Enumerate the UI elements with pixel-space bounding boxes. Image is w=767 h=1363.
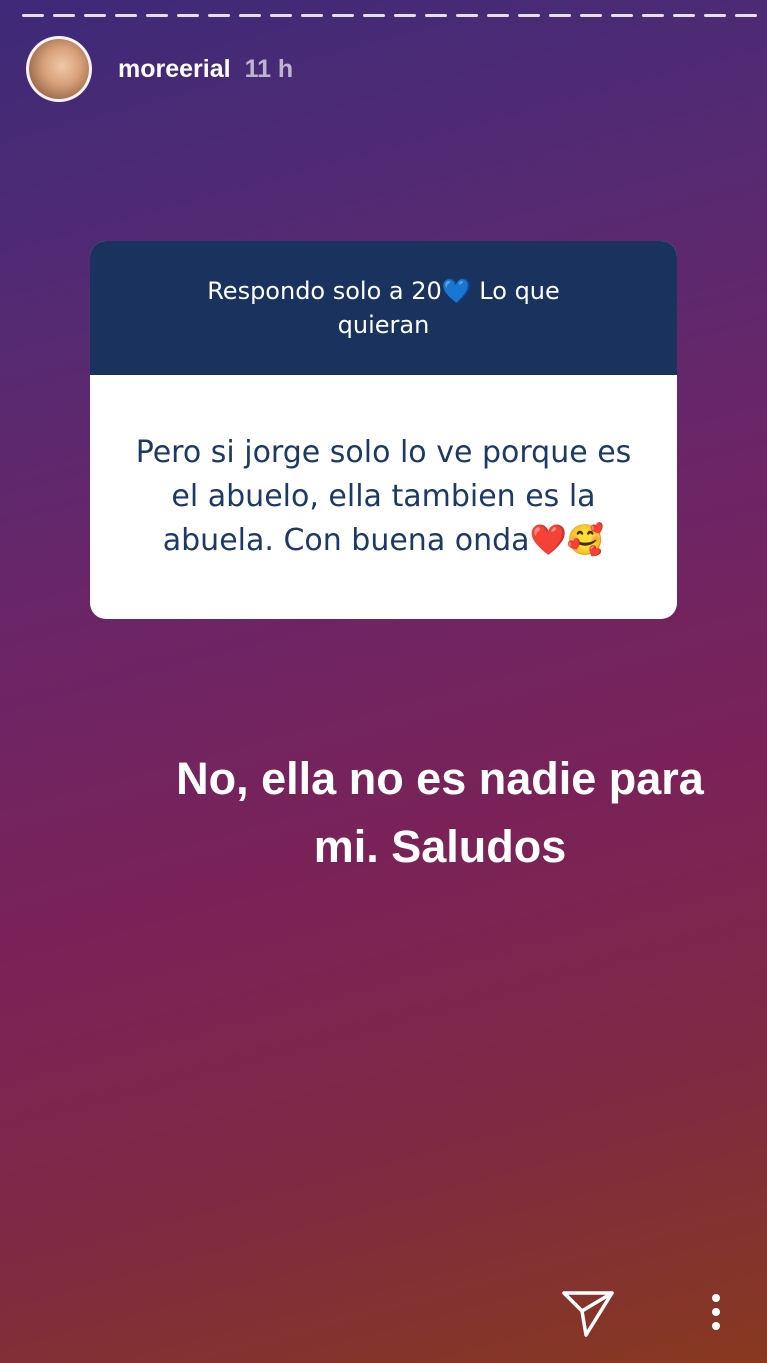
send-icon[interactable] bbox=[558, 1285, 618, 1341]
progress-segment bbox=[22, 14, 44, 17]
username[interactable]: moreerial bbox=[118, 55, 231, 84]
question-sticker: Respondo solo a 20💙 Lo que quieran Pero … bbox=[90, 241, 677, 619]
progress-segment bbox=[425, 14, 447, 17]
progress-segment bbox=[735, 14, 757, 17]
progress-segment bbox=[580, 14, 602, 17]
progress-segment bbox=[332, 14, 354, 17]
progress-segment bbox=[146, 14, 168, 17]
progress-segment bbox=[84, 14, 106, 17]
avatar[interactable] bbox=[26, 36, 92, 102]
progress-segment bbox=[456, 14, 478, 17]
progress-segment bbox=[363, 14, 385, 17]
progress-segment bbox=[208, 14, 230, 17]
more-vertical-icon[interactable] bbox=[698, 1292, 734, 1336]
progress-segment bbox=[239, 14, 261, 17]
question-answer: Pero si jorge solo lo ve porque es el ab… bbox=[135, 435, 632, 558]
progress-segment bbox=[270, 14, 292, 17]
post-time: 11 h bbox=[244, 54, 294, 83]
story-header: moreerial 11 h bbox=[26, 36, 293, 102]
progress-segment bbox=[177, 14, 199, 17]
reply-text: No, ella no es nadie para mi. Saludos bbox=[176, 753, 704, 872]
progress-segment bbox=[673, 14, 695, 17]
question-prompt: Respondo solo a 20💙 Lo que quieran bbox=[207, 277, 560, 339]
progress-segment bbox=[115, 14, 137, 17]
progress-segment bbox=[704, 14, 726, 17]
progress-segment bbox=[394, 14, 416, 17]
question-header: Respondo solo a 20💙 Lo que quieran bbox=[90, 241, 677, 375]
progress-segment bbox=[642, 14, 664, 17]
progress-segment bbox=[53, 14, 75, 17]
story-progress-bar bbox=[22, 14, 757, 18]
progress-segment bbox=[611, 14, 633, 17]
progress-segment bbox=[487, 14, 509, 17]
progress-segment bbox=[301, 14, 323, 17]
question-body: Pero si jorge solo lo ve porque es el ab… bbox=[90, 375, 677, 619]
progress-segment bbox=[549, 14, 571, 17]
progress-segment bbox=[518, 14, 540, 17]
